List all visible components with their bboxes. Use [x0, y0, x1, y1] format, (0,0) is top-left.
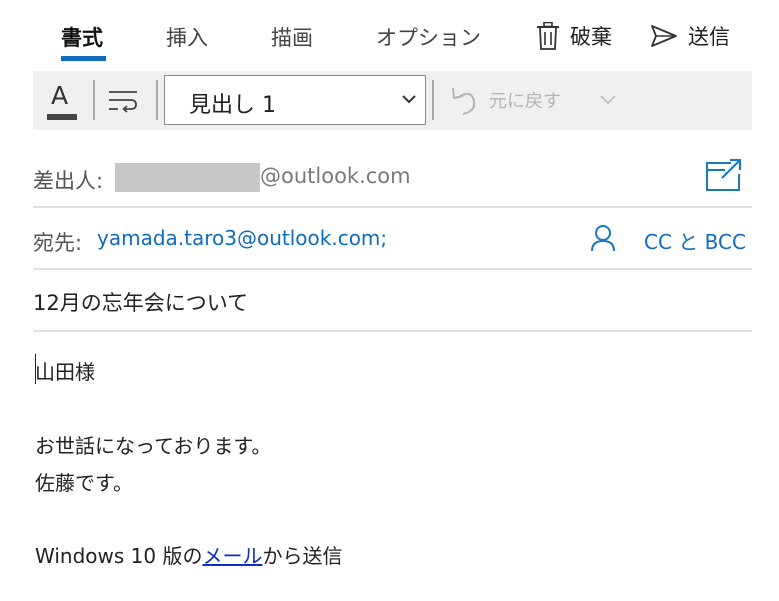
undo-button[interactable]: 元に戻す [451, 83, 561, 117]
to-row: 宛先: yamada.taro3@outlook.com; CC と BCC [33, 208, 752, 270]
body-greeting: 山田様 [35, 360, 95, 384]
send-icon [651, 25, 677, 47]
body-line: お世話になっております。 [35, 434, 272, 458]
subject-row: 12月の忘年会について [33, 270, 752, 332]
to-recipient[interactable]: yamada.taro3@outlook.com; [97, 226, 387, 250]
discard-label: 破棄 [570, 25, 612, 49]
tab-format[interactable]: 書式 [61, 22, 103, 52]
send-label: 送信 [688, 25, 730, 49]
subject-field[interactable]: 12月の忘年会について [33, 287, 248, 317]
from-label: 差出人: [33, 169, 104, 193]
format-toolbar: A 見出し 1 元に戻す [33, 71, 752, 130]
message-body[interactable]: 山田様 お世話になっております。 佐藤です。 Windows 10 版のメールか… [33, 334, 752, 584]
chevron-down-icon [402, 95, 416, 104]
text-format-button[interactable] [107, 88, 143, 114]
mail-app-link[interactable]: メール [202, 544, 262, 568]
redacted-sender-name [115, 163, 260, 192]
discard-button[interactable]: 破棄 [536, 20, 612, 52]
toolbar-divider [432, 80, 434, 120]
signature: Windows 10 版のメールから送信 [35, 540, 342, 569]
signature-suffix: から送信 [262, 544, 343, 568]
tab-insert[interactable]: 挿入 [166, 22, 208, 52]
toolbar-divider [156, 80, 158, 120]
trash-icon [537, 22, 559, 50]
person-icon[interactable] [590, 224, 616, 252]
cc-bcc-button[interactable]: CC と BCC [644, 226, 746, 255]
from-row: 差出人: @outlook.com [33, 148, 752, 208]
chevron-down-icon[interactable] [599, 93, 617, 107]
text-format-icon [109, 91, 137, 113]
signature-prefix: Windows 10 版の [35, 544, 203, 568]
ribbon-tab-bar: 書式 挿入 描画 オプション 破棄 送信 [0, 0, 779, 70]
undo-icon [452, 87, 476, 115]
send-button[interactable]: 送信 [650, 20, 730, 52]
to-label: 宛先: [33, 231, 83, 255]
font-color-button[interactable]: A [45, 81, 81, 120]
font-color-swatch [47, 114, 77, 120]
font-color-icon: A [51, 81, 69, 110]
active-tab-indicator [61, 56, 106, 61]
heading-style-select[interactable]: 見出し 1 [164, 75, 426, 125]
heading-style-value: 見出し 1 [189, 93, 276, 118]
undo-label: 元に戻す [489, 91, 561, 112]
toolbar-divider [93, 80, 95, 120]
tab-options[interactable]: オプション [376, 22, 481, 52]
tab-draw[interactable]: 描画 [271, 22, 313, 52]
popout-icon[interactable] [705, 158, 743, 192]
body-line: 佐藤です。 [35, 471, 133, 495]
from-email-domain: @outlook.com [260, 164, 411, 188]
